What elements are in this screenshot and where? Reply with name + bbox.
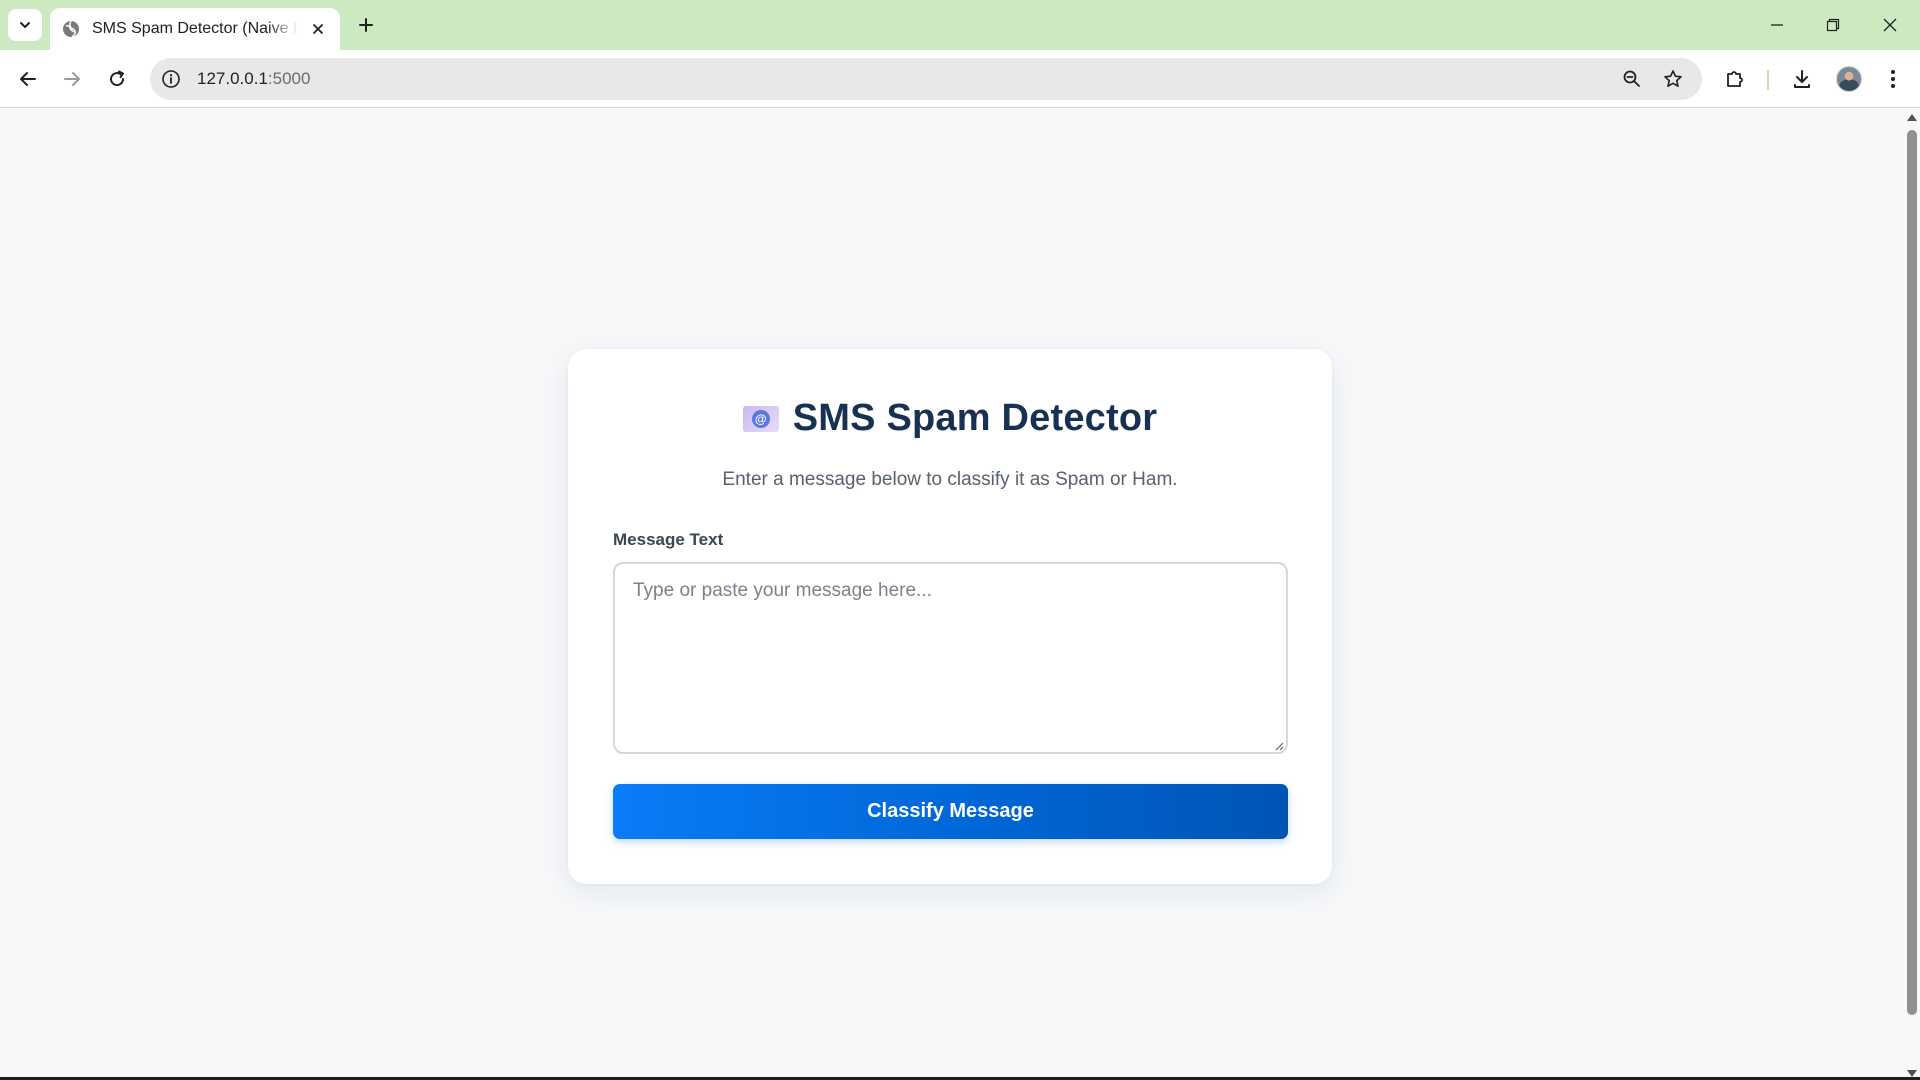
back-button[interactable] [13, 64, 43, 94]
reload-icon [110, 70, 125, 87]
scroll-down-arrow[interactable] [1907, 1070, 1917, 1077]
chevron-down-icon [20, 22, 30, 28]
restore-button[interactable] [1818, 10, 1848, 40]
tab-title: SMS Spam Detector (Naive Bayes) [92, 20, 299, 37]
tab-search-button[interactable] [8, 9, 42, 41]
page-title: @ SMS Spam Detector [568, 397, 1332, 440]
scroll-thumb[interactable] [1907, 130, 1917, 1015]
downloads-button[interactable] [1789, 66, 1815, 92]
browser-tab-active[interactable]: SMS Spam Detector (Naive Bayes) [50, 8, 340, 50]
classify-button[interactable]: Classify Message [613, 784, 1288, 839]
globe-icon [62, 20, 80, 38]
plus-icon [359, 18, 373, 32]
address-bar[interactable]: 127.0.0.1:5000 [150, 58, 1702, 100]
star-icon[interactable] [1661, 67, 1685, 91]
page-scrollbar[interactable] [1904, 108, 1920, 1080]
url-text[interactable]: 127.0.0.1:5000 [197, 69, 310, 89]
browser-toolbar: 127.0.0.1:5000 [0, 50, 1920, 108]
close-icon [1883, 18, 1897, 32]
kebab-menu-icon [1891, 70, 1895, 88]
scroll-up-arrow[interactable] [1907, 114, 1917, 121]
page-subtitle: Enter a message below to classify it as … [722, 469, 1178, 490]
message-label: Message Text [613, 530, 724, 549]
page-title-text: SMS Spam Detector [792, 397, 1158, 439]
url-port: :5000 [267, 69, 311, 88]
reload-button[interactable] [102, 64, 132, 94]
close-icon [313, 24, 324, 34]
info-icon[interactable] [160, 68, 182, 90]
zoom-icon[interactable] [1620, 67, 1644, 91]
minimize-button[interactable] [1762, 10, 1792, 40]
arrow-right-icon [64, 72, 80, 86]
tab-close-button[interactable] [308, 19, 328, 39]
message-textarea[interactable] [613, 562, 1288, 754]
puzzle-icon [1727, 71, 1743, 87]
resize-grip-icon[interactable] [1274, 741, 1284, 751]
close-window-button[interactable] [1875, 10, 1905, 40]
page-viewport: @ SMS Spam Detector Enter a message belo… [0, 108, 1904, 1080]
classifier-card: @ SMS Spam Detector Enter a message belo… [568, 349, 1332, 884]
minimize-icon [1771, 24, 1783, 26]
url-host: 127.0.0.1 [197, 69, 268, 88]
forward-button[interactable] [57, 64, 87, 94]
tab-strip: SMS Spam Detector (Naive Bayes) [0, 0, 1920, 50]
email-at-icon: @ [742, 405, 779, 432]
browser-menu-button[interactable] [1880, 66, 1906, 92]
toolbar-divider [1767, 70, 1769, 90]
new-tab-button[interactable] [354, 13, 378, 37]
arrow-left-icon [20, 72, 36, 86]
extensions-button[interactable] [1723, 66, 1749, 92]
download-icon [1794, 70, 1810, 88]
profile-avatar[interactable] [1836, 66, 1862, 92]
restore-icon [1826, 18, 1840, 32]
